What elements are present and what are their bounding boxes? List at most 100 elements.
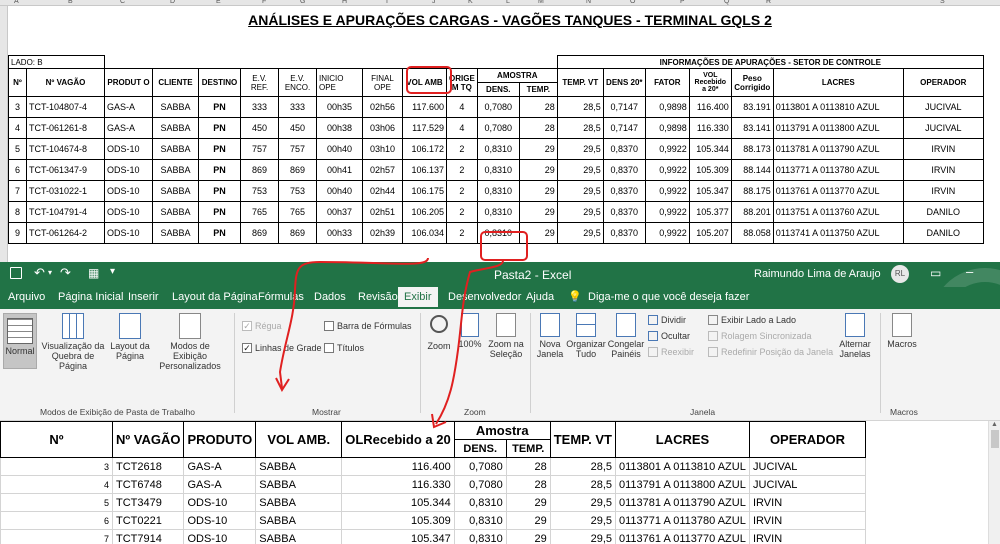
table-cell[interactable]: TCT2618 xyxy=(111,457,185,476)
table-cell[interactable]: 0,8310 xyxy=(453,511,507,530)
switch-windows-button[interactable]: Alternar Janelas xyxy=(834,313,876,359)
table-cell[interactable]: IRVIN xyxy=(749,511,866,530)
hide-button[interactable]: Ocultar xyxy=(648,331,690,341)
table-cell[interactable]: GAS-A xyxy=(183,457,257,476)
vertical-scrollbar[interactable]: ▲ xyxy=(988,421,1000,544)
tab-revisao[interactable]: Revisão xyxy=(358,291,398,303)
header-temp[interactable]: TEMP. xyxy=(505,439,551,458)
tab-ajuda[interactable]: Ajuda xyxy=(526,291,554,303)
table-cell[interactable]: 0113781 A 0113790 AZUL xyxy=(615,493,750,512)
table-cell[interactable]: SABBA xyxy=(255,475,343,494)
table-cell[interactable]: 28 xyxy=(505,457,551,476)
tell-me-box[interactable]: Diga-me o que você deseja fazer xyxy=(588,291,749,303)
table-cell[interactable]: 116.330 xyxy=(341,475,455,494)
tab-arquivo[interactable]: Arquivo xyxy=(8,291,45,303)
table-cell[interactable]: 0,8310 xyxy=(453,529,507,544)
table-cell[interactable]: 105.309 xyxy=(341,511,455,530)
header-lacres[interactable]: LACRES xyxy=(615,421,750,458)
table-cell[interactable]: 5 xyxy=(0,493,113,512)
header-vol-recebido[interactable]: OLRecebido a 20 xyxy=(341,421,455,458)
table-cell[interactable]: 28,5 xyxy=(549,475,617,494)
table-cell[interactable]: 6 xyxy=(0,511,113,530)
table-cell[interactable]: 116.400 xyxy=(341,457,455,476)
table-cell[interactable]: ODS-10 xyxy=(183,511,257,530)
scroll-thumb[interactable] xyxy=(990,430,999,448)
table-cell[interactable]: SABBA xyxy=(255,529,343,544)
table-cell[interactable]: 105.344 xyxy=(341,493,455,512)
tab-dados[interactable]: Dados xyxy=(314,291,346,303)
header-operador[interactable]: OPERADOR xyxy=(749,421,866,458)
gridlines-checkbox[interactable]: ✓ Linhas de Grade xyxy=(242,343,322,353)
table-cell[interactable]: 29 xyxy=(505,511,551,530)
table-cell[interactable]: 0113771 A 0113780 AZUL xyxy=(615,511,750,530)
reset-position-button[interactable]: Redefinir Posição da Janela xyxy=(708,347,833,357)
table-cell[interactable]: 3 xyxy=(0,457,113,476)
page-break-preview-button[interactable]: Visualização da Quebra de Página xyxy=(38,313,108,371)
table-cell[interactable]: 0,8310 xyxy=(453,493,507,512)
side-by-side-button[interactable]: Exibir Lado a Lado xyxy=(708,315,796,325)
table-cell[interactable]: SABBA xyxy=(255,493,343,512)
table-cell[interactable]: 0113761 A 0113770 AZUL xyxy=(615,529,750,544)
tab-exibir[interactable]: Exibir xyxy=(398,287,438,309)
table-cell[interactable]: SABBA xyxy=(255,511,343,530)
header-num[interactable]: Nº xyxy=(0,421,113,458)
table-cell[interactable]: 7 xyxy=(0,529,113,544)
unhide-button[interactable]: Reexibir xyxy=(648,347,694,357)
table-cell[interactable]: 29 xyxy=(505,493,551,512)
redo-icon[interactable]: ↷ xyxy=(60,265,71,281)
header-produto[interactable]: PRODUTO xyxy=(183,421,257,458)
header-temp-vt[interactable]: TEMP. VT xyxy=(549,421,617,458)
table-cell[interactable]: 105.347 xyxy=(341,529,455,544)
tab-formulas[interactable]: Fórmulas xyxy=(258,291,304,303)
table-cell[interactable]: 29 xyxy=(505,529,551,544)
table-cell[interactable]: SABBA xyxy=(255,457,343,476)
split-button[interactable]: Dividir xyxy=(648,315,686,325)
arrange-all-button[interactable]: Organizar Tudo xyxy=(566,313,606,359)
macros-button[interactable]: Macros xyxy=(884,313,920,349)
tab-pagina-inicial[interactable]: Página Inicial xyxy=(58,291,123,303)
form-icon[interactable]: ▦ xyxy=(88,266,99,280)
new-window-button[interactable]: Nova Janela xyxy=(534,313,566,359)
table-cell[interactable]: JUCIVAL xyxy=(749,475,866,494)
table-cell[interactable]: 0,7080 xyxy=(453,457,507,476)
zoom-button[interactable]: Zoom xyxy=(424,313,454,351)
customize-icon[interactable]: ▾ xyxy=(110,266,115,277)
normal-view-button[interactable]: Normal xyxy=(3,313,37,369)
table-cell[interactable]: TCT0221 xyxy=(111,511,185,530)
table-cell[interactable]: 29,5 xyxy=(549,529,617,544)
sync-scroll-button[interactable]: Rolagem Sincronizada xyxy=(708,331,812,341)
page-layout-button[interactable]: Layout da Página xyxy=(110,313,150,361)
table-cell[interactable]: 0113791 A 0113800 AZUL xyxy=(615,475,750,494)
avatar[interactable]: RL xyxy=(891,265,909,283)
table-cell[interactable]: IRVIN xyxy=(749,529,866,544)
table-cell[interactable]: ODS-10 xyxy=(183,493,257,512)
tab-desenvolvedor[interactable]: Desenvolvedor xyxy=(448,291,521,303)
worksheet-grid[interactable]: Nº Nº VAGÃO PRODUTO VOL AMB. OLRecebido … xyxy=(0,421,988,544)
table-cell[interactable]: 4 xyxy=(0,475,113,494)
freeze-panes-button[interactable]: Congelar Painéis xyxy=(606,313,646,359)
table-cell[interactable]: JUCIVAL xyxy=(749,457,866,476)
ruler-checkbox[interactable]: ✓ Régua xyxy=(242,321,282,331)
header-dens[interactable]: DENS. xyxy=(453,439,507,458)
ribbon-options-icon[interactable]: ▭ xyxy=(930,266,941,280)
zoom-selection-button[interactable]: Zoom na Seleção xyxy=(486,313,526,359)
table-cell[interactable]: TCT6748 xyxy=(111,475,185,494)
table-cell[interactable]: 28 xyxy=(505,475,551,494)
formula-bar-checkbox[interactable]: Barra de Fórmulas xyxy=(324,321,412,331)
tab-layout[interactable]: Layout da Página xyxy=(172,291,258,303)
table-cell[interactable]: 0,7080 xyxy=(453,475,507,494)
table-cell[interactable]: 28,5 xyxy=(549,457,617,476)
headings-checkbox[interactable]: Títulos xyxy=(324,343,364,353)
header-amostra[interactable]: Amostra xyxy=(453,421,551,440)
table-cell[interactable]: IRVIN xyxy=(749,493,866,512)
tab-inserir[interactable]: Inserir xyxy=(128,291,159,303)
zoom-100-button[interactable]: 100% xyxy=(456,313,484,349)
save-icon[interactable] xyxy=(10,267,22,279)
table-cell[interactable]: GAS-A xyxy=(183,475,257,494)
table-cell[interactable]: 0113801 A 0113810 AZUL xyxy=(615,457,750,476)
table-cell[interactable]: TCT7914 xyxy=(111,529,185,544)
custom-views-button[interactable]: Modos de Exibição Personalizados xyxy=(152,313,228,371)
table-cell[interactable]: 29,5 xyxy=(549,511,617,530)
scroll-up-icon[interactable]: ▲ xyxy=(989,421,1000,428)
undo-icon[interactable]: ↶ xyxy=(34,265,45,281)
